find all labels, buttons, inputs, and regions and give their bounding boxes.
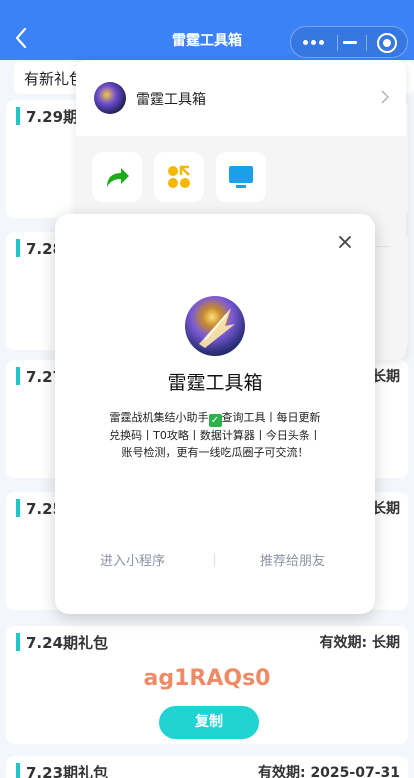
chevron-right-icon xyxy=(381,90,390,104)
menu-app-header[interactable]: 雷霆工具箱 xyxy=(76,60,406,136)
capsule-menu xyxy=(290,26,408,58)
app-avatar xyxy=(94,82,126,114)
desktop-icon xyxy=(229,166,253,188)
gift-card: 7.23期礼包 有效期: 2025-07-31 xyxy=(6,756,408,778)
card-validity: 长期 xyxy=(372,501,400,517)
card-title: 7.23期礼包 xyxy=(26,764,109,778)
gift-card: 7.24期礼包 有效期: 长期 ag1RAQs0 复制 xyxy=(6,626,408,744)
dialog-description: 雷霆战机集结小助手 ✓ 查询工具丨每日更新兑换码丨T0攻略丨数据计算器丨今日头条丨账… xyxy=(109,411,321,459)
dialog-app-name: 雷霆工具箱 xyxy=(167,372,263,394)
app-profile-dialog: 雷霆工具箱 雷霆战机集结小助手 ✓ 查询工具丨每日更新兑换码丨T0攻略丨数据计算器丨… xyxy=(55,214,375,614)
card-validity: 有效期: 2025-07-31 xyxy=(257,765,400,778)
menu-actions xyxy=(92,152,402,212)
close-miniprogram-icon[interactable] xyxy=(377,33,397,53)
menu-app-name: 雷霆工具箱 xyxy=(136,92,206,108)
card-title: 7.24期礼包 xyxy=(26,634,109,652)
share-tile[interactable] xyxy=(92,152,142,202)
apps-tile[interactable] xyxy=(154,152,204,202)
card-validity: 长期 xyxy=(372,369,400,385)
share-arrow-icon xyxy=(107,168,129,187)
enter-miniprogram-button[interactable]: 进入小程序 xyxy=(100,550,165,569)
app-logo xyxy=(185,296,245,356)
gift-code: ag1RAQs0 xyxy=(143,666,271,691)
navbar: 雷霆工具箱 xyxy=(0,0,414,60)
close-icon[interactable] xyxy=(337,234,353,250)
minimize-icon[interactable] xyxy=(343,41,357,44)
recommend-to-friend-button[interactable]: 推荐给朋友 xyxy=(260,550,325,569)
desktop-tile[interactable] xyxy=(216,152,266,202)
card-validity: 有效期: 长期 xyxy=(319,635,400,651)
copy-button[interactable]: 复制 xyxy=(159,706,259,739)
more-icon[interactable] xyxy=(303,36,325,48)
check-icon: ✓ xyxy=(208,414,222,427)
apps-icon xyxy=(168,165,190,188)
